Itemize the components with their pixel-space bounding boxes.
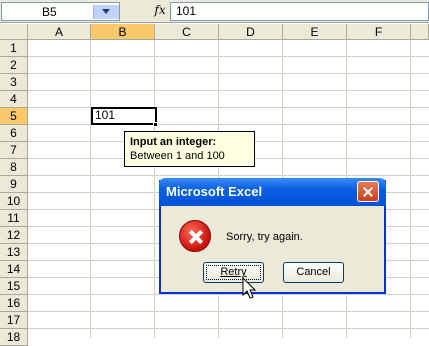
- dialog-message: Sorry, try again.: [226, 231, 303, 243]
- fill-handle[interactable]: [153, 122, 158, 127]
- error-icon: [179, 220, 211, 252]
- dialog-title: Microsoft Excel: [166, 184, 263, 199]
- gridline: [28, 328, 429, 329]
- row-header-2[interactable]: 2: [0, 57, 28, 74]
- row-header-8[interactable]: 8: [0, 159, 28, 176]
- active-cell-b5[interactable]: 101: [91, 107, 157, 125]
- gridline: [28, 73, 429, 74]
- close-icon[interactable]: [357, 181, 379, 202]
- row-header-15[interactable]: 15: [0, 278, 28, 295]
- gridline: [28, 90, 429, 91]
- input-message-tooltip: Input an integer: Between 1 and 100: [124, 131, 255, 167]
- row-header-12[interactable]: 12: [0, 227, 28, 244]
- name-box[interactable]: B5: [1, 2, 120, 21]
- formula-bar: B5 fx 101: [0, 0, 429, 23]
- column-header-e[interactable]: E: [283, 24, 347, 40]
- tooltip-body: Between 1 and 100: [130, 150, 225, 162]
- column-header-a[interactable]: A: [28, 24, 91, 40]
- row-header-10[interactable]: 10: [0, 193, 28, 210]
- tooltip-title: Input an integer:: [130, 136, 217, 148]
- column-header-c[interactable]: C: [155, 24, 219, 40]
- mouse-cursor-icon: [242, 277, 256, 299]
- gridline: [28, 107, 429, 108]
- gridline: [28, 124, 429, 125]
- row-header-9[interactable]: 9: [0, 176, 28, 193]
- row-header-17[interactable]: 17: [0, 312, 28, 329]
- column-header-b[interactable]: B: [91, 24, 155, 40]
- gridline: [28, 294, 429, 295]
- row-header-16[interactable]: 16: [0, 295, 28, 312]
- column-header-g[interactable]: [411, 24, 429, 40]
- row-header-13[interactable]: 13: [0, 244, 28, 261]
- row-header-4[interactable]: 4: [0, 91, 28, 108]
- gridline: [28, 311, 429, 312]
- row-header-7[interactable]: 7: [0, 142, 28, 159]
- row-header-6[interactable]: 6: [0, 125, 28, 142]
- column-header-f[interactable]: F: [347, 24, 411, 40]
- dialog-titlebar[interactable]: Microsoft Excel: [159, 178, 386, 206]
- row-header-3[interactable]: 3: [0, 74, 28, 91]
- error-dialog: Microsoft Excel Sorry, try again. Retry …: [159, 178, 386, 294]
- gridline: [28, 175, 429, 176]
- name-box-dropdown-icon[interactable]: [93, 5, 119, 19]
- name-box-value: B5: [42, 5, 57, 19]
- formula-input[interactable]: 101: [170, 2, 429, 21]
- column-header-d[interactable]: D: [219, 24, 283, 40]
- cancel-button[interactable]: Cancel: [283, 262, 344, 283]
- row-header-5[interactable]: 5: [0, 108, 28, 125]
- gridline: [28, 56, 429, 57]
- row-header-11[interactable]: 11: [0, 210, 28, 227]
- fx-icon[interactable]: fx: [150, 3, 170, 20]
- row-header-1[interactable]: 1: [0, 40, 28, 57]
- row-header-14[interactable]: 14: [0, 261, 28, 278]
- select-all-corner[interactable]: [0, 24, 28, 40]
